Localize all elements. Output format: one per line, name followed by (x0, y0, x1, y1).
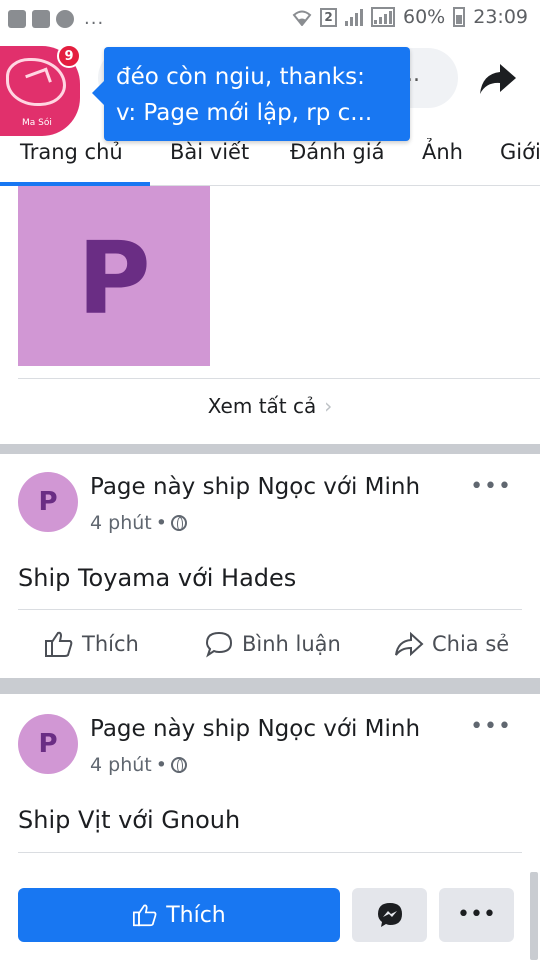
comment-icon (205, 631, 233, 658)
divider (18, 852, 522, 853)
post-time[interactable]: 4 phút (90, 512, 152, 534)
page-like-button[interactable]: Thích (18, 888, 340, 942)
post-more-button[interactable]: ••• (470, 716, 512, 738)
post-more-button[interactable]: ••• (470, 476, 512, 498)
notification-icons: ... (8, 8, 104, 29)
share-button[interactable]: Chia sẻ (394, 630, 509, 658)
wolf-logo-icon (6, 58, 66, 106)
comment-label: Bình luận (242, 632, 341, 656)
messenger-icon (56, 9, 74, 28)
wifi-icon (292, 10, 312, 26)
like-label: Thích (82, 632, 139, 656)
battery-icon (453, 7, 466, 27)
video-icon (8, 9, 26, 28)
see-all-label: Xem tất cả (207, 394, 317, 418)
post-avatar[interactable]: P (18, 714, 78, 774)
post-meta: 4 phút • (90, 754, 187, 776)
post-time[interactable]: 4 phút (90, 754, 152, 776)
scrollbar[interactable] (530, 872, 538, 960)
share-label: Chia sẻ (432, 632, 510, 656)
divider (18, 609, 522, 610)
tab-posts[interactable]: Bài viết (170, 140, 249, 164)
chat-head-message[interactable]: đéo còn ngiu, thanks: v: Page mới lập, r… (92, 47, 410, 141)
chat-message-line2: v: Page mới lập, rp c... (116, 100, 373, 126)
globe-icon (170, 515, 187, 531)
tab-photos[interactable]: Ảnh (422, 140, 463, 164)
post-author[interactable]: Page này ship Ngọc với Minh (90, 716, 420, 742)
signal-icon (345, 8, 363, 26)
more-notifications: ... (84, 8, 105, 29)
comment-button[interactable]: Bình luận (204, 630, 341, 658)
system-icons: 2 60% 23:09 (292, 6, 528, 28)
post-text: Ship Vịt với Gnouh (18, 806, 241, 834)
signal-2-icon (371, 7, 395, 27)
post-meta: 4 phút • (90, 512, 187, 534)
meta-separator: • (155, 754, 167, 776)
divider (18, 378, 540, 379)
more-options-button[interactable]: ••• (439, 888, 514, 942)
share-icon (395, 631, 424, 657)
post-author[interactable]: Page này ship Ngọc với Minh (90, 474, 420, 500)
meta-separator: • (155, 512, 167, 534)
chevron-right-icon: › (324, 394, 333, 418)
chat-message-line1: đéo còn ngiu, thanks: (116, 64, 365, 90)
page-tabs: Trang chủ Bài viết Đánh giá Ảnh Giới (0, 138, 540, 186)
avatar-label: Ma Sói (22, 118, 52, 128)
tab-reviews[interactable]: Đánh giá (290, 140, 384, 164)
page-photo[interactable]: P (18, 186, 210, 366)
status-bar: ... 2 60% 23:09 (0, 0, 540, 36)
post-avatar[interactable]: P (18, 472, 78, 532)
photo-letter: P (77, 220, 151, 337)
thumbs-up-icon (45, 631, 73, 657)
page-like-label: Thích (166, 902, 226, 928)
tab-about[interactable]: Giới (500, 140, 540, 164)
section-separator (0, 444, 540, 454)
see-all-link[interactable]: Xem tất cả › (0, 394, 540, 418)
share-arrow-icon[interactable] (478, 58, 518, 98)
message-button[interactable] (352, 888, 427, 942)
post-text: Ship Toyama với Hades (18, 564, 297, 592)
clock: 23:09 (473, 6, 528, 28)
tab-home[interactable]: Trang chủ (20, 140, 123, 164)
messenger-icon (377, 903, 402, 927)
notification-badge: 9 (57, 44, 81, 68)
sim-icon: 2 (320, 7, 337, 27)
section-separator (0, 678, 540, 694)
facebook-icon (32, 9, 50, 28)
like-button[interactable]: Thích (44, 630, 139, 658)
battery-percent: 60% (403, 6, 446, 28)
globe-icon (170, 757, 187, 773)
thumbs-up-icon (133, 904, 157, 927)
